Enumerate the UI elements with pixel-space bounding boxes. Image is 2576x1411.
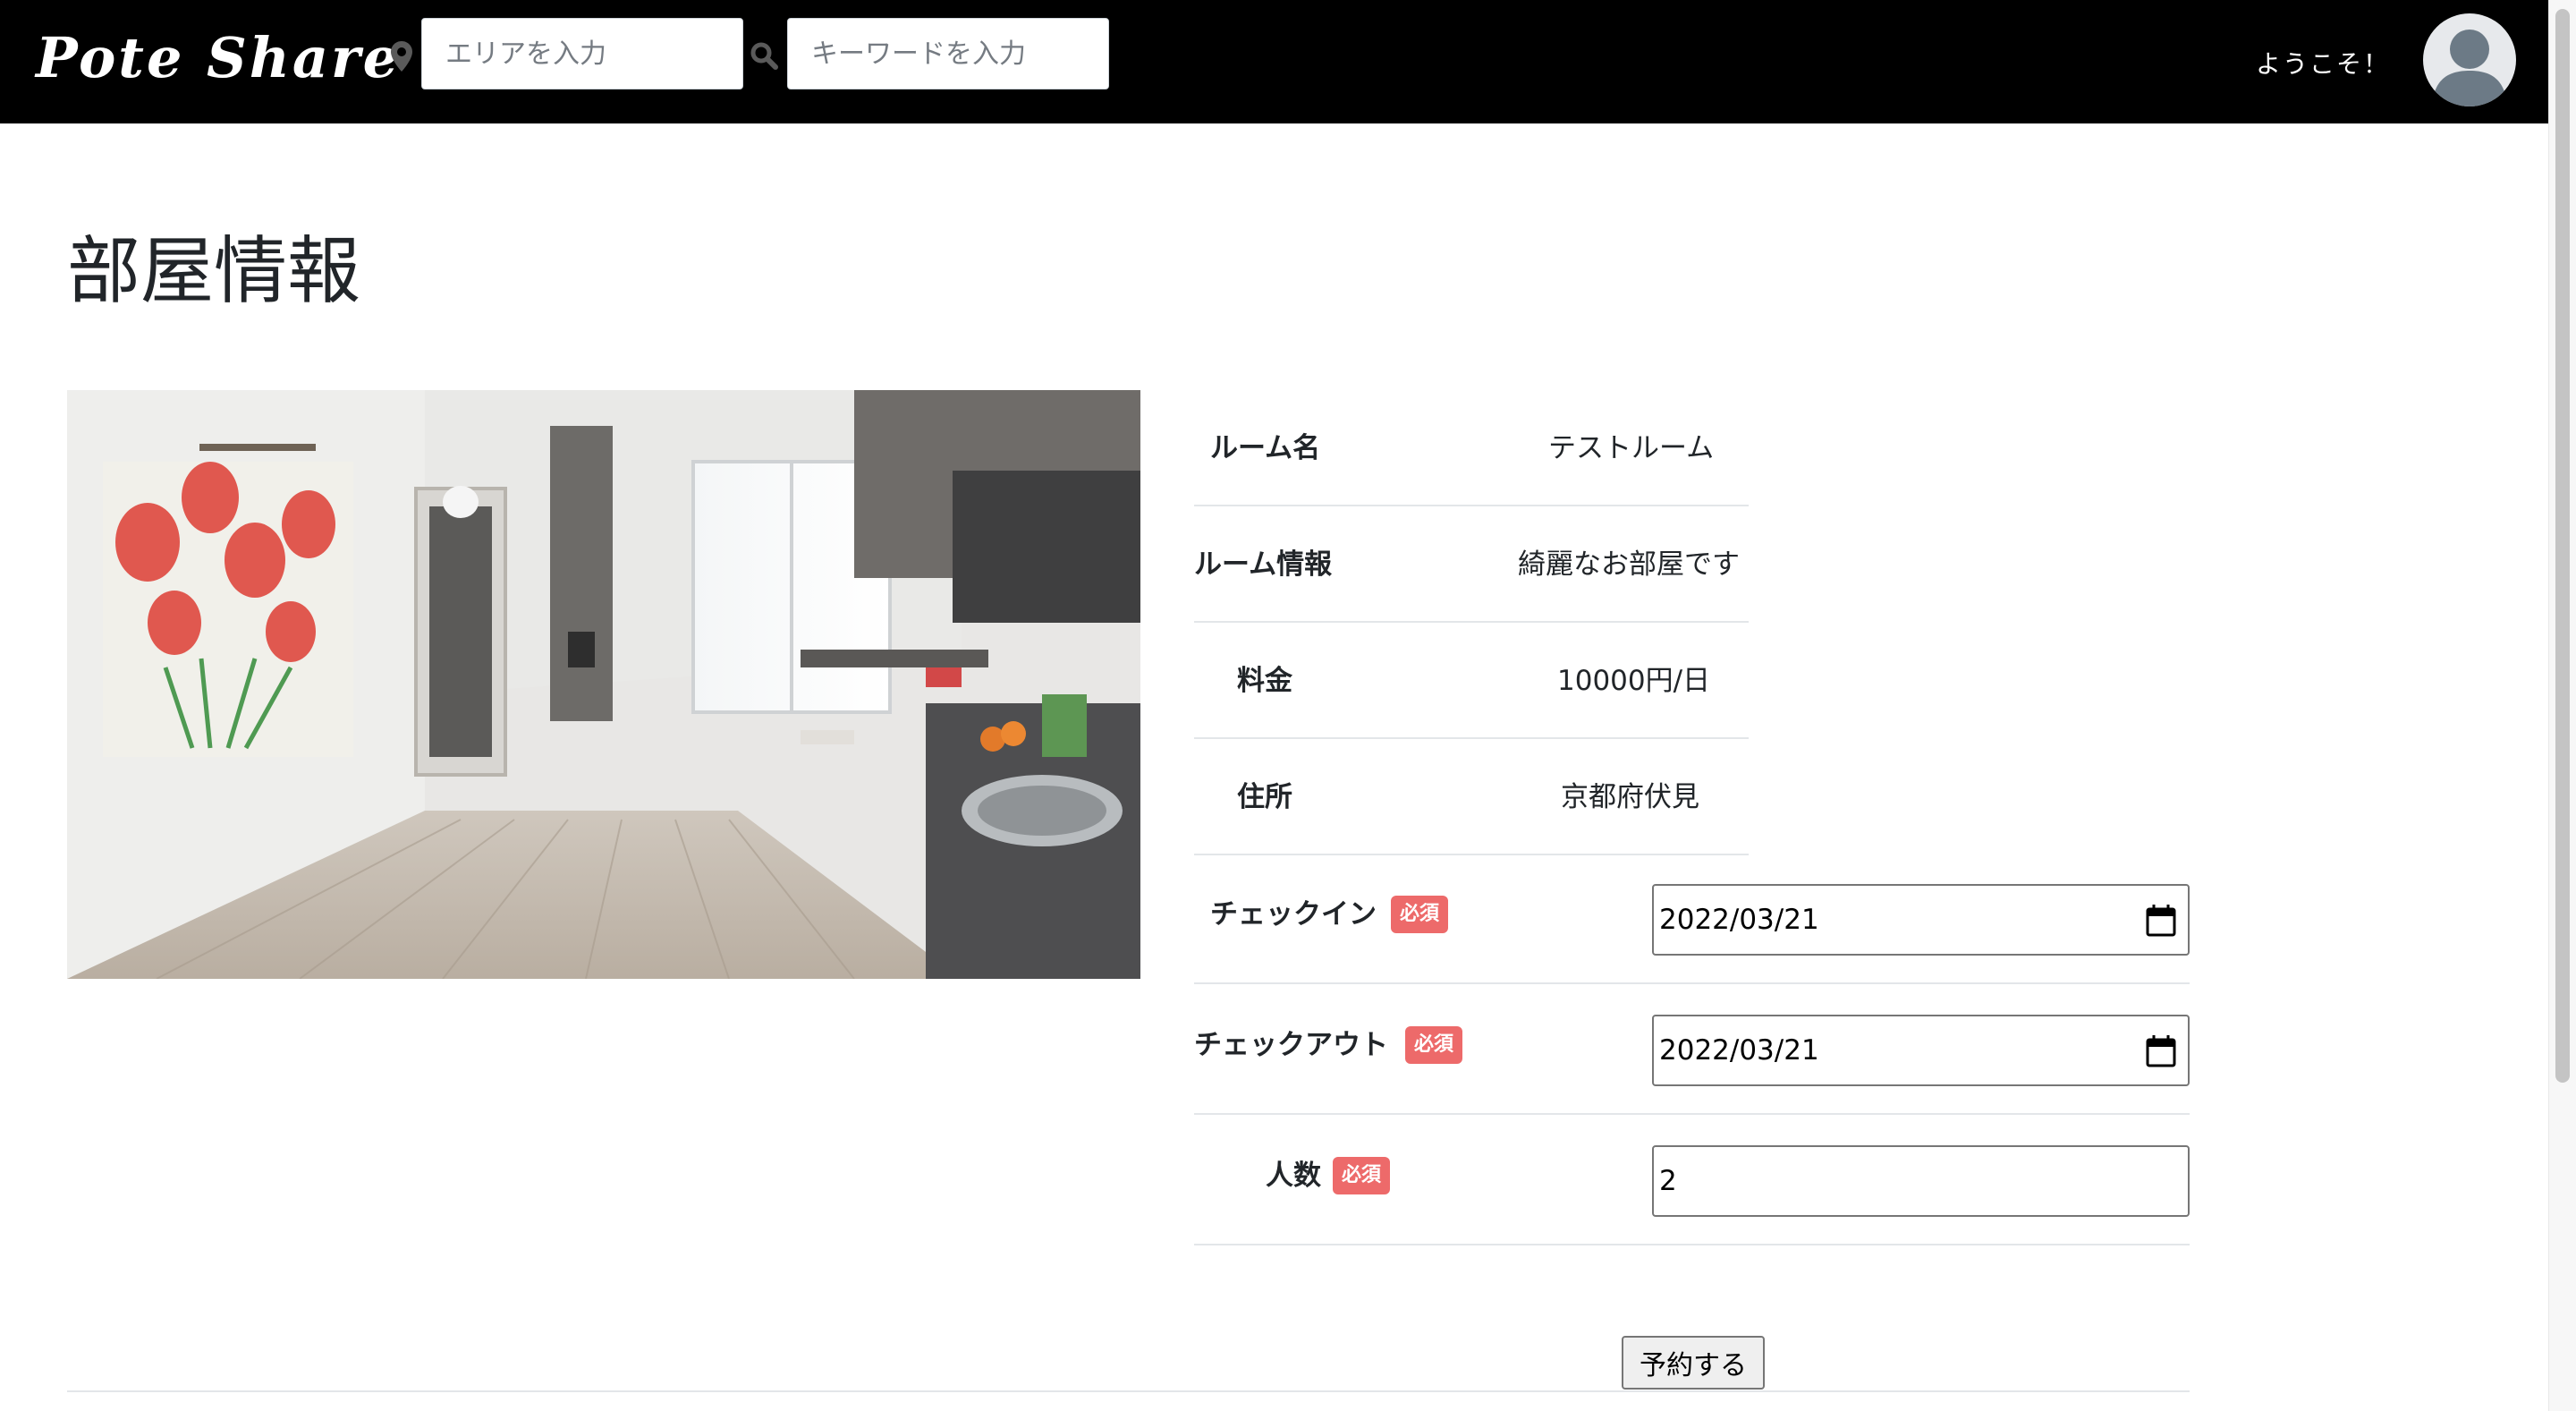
- room-info-row: ルーム情報 綺麗なお部屋です: [1194, 506, 1749, 623]
- checkin-row: チェックイン 必須 2022/03/21: [1194, 854, 2190, 984]
- user-avatar-icon: [2432, 30, 2507, 106]
- room-name-row: ルーム名 テストルーム: [1194, 390, 1749, 506]
- room-name-value: テストルーム: [1548, 432, 1715, 464]
- scrollbar-thumb[interactable]: [2555, 9, 2570, 1083]
- people-count-input[interactable]: 2: [1652, 1145, 2190, 1217]
- map-pin-icon: [391, 41, 412, 72]
- checkin-required-badge: 必須: [1391, 896, 1448, 933]
- address-value: 京都府伏見: [1561, 781, 1699, 813]
- room-info-label: ルーム情報: [1194, 548, 1333, 581]
- people-label: 人数: [1266, 1160, 1321, 1192]
- room-photo: [67, 390, 1140, 979]
- bottom-divider: [67, 1390, 2190, 1392]
- user-avatar[interactable]: [2423, 13, 2516, 106]
- calendar-icon[interactable]: [2145, 1034, 2177, 1068]
- people-count-value: 2: [1659, 1165, 1677, 1197]
- calendar-icon[interactable]: [2145, 904, 2177, 938]
- checkout-date-input[interactable]: 2022/03/21: [1652, 1015, 2190, 1086]
- area-search-input[interactable]: [421, 18, 743, 89]
- search-icon: [750, 42, 778, 70]
- checkin-date-input[interactable]: 2022/03/21: [1652, 884, 2190, 956]
- checkout-label: チェックアウト: [1194, 1029, 1388, 1061]
- checkout-date-value: 2022/03/21: [1659, 1034, 1819, 1067]
- checkin-date-value: 2022/03/21: [1659, 904, 1819, 936]
- room-price-row: 料金 10000円/日: [1194, 623, 1749, 739]
- top-navbar: Pote Share ようこそ！: [0, 0, 2548, 123]
- people-row: 人数 必須 2: [1194, 1115, 2190, 1245]
- vertical-scrollbar[interactable]: [2548, 0, 2576, 1411]
- reserve-button[interactable]: 予約する: [1622, 1336, 1765, 1390]
- room-info-value: 綺麗なお部屋です: [1518, 548, 1740, 581]
- site-logo[interactable]: Pote Share: [36, 25, 401, 90]
- checkin-label: チェックイン: [1210, 898, 1377, 931]
- checkout-row: チェックアウト 必須 2022/03/21: [1194, 984, 2190, 1115]
- room-address-row: 住所 京都府伏見: [1194, 739, 1749, 855]
- room-name-label: ルーム名: [1210, 432, 1321, 464]
- welcome-message: ようこそ！: [2256, 49, 2391, 79]
- people-required-badge: 必須: [1333, 1157, 1390, 1194]
- page-title: 部屋情報: [67, 229, 361, 314]
- price-label: 料金: [1237, 665, 1292, 697]
- keyword-search-input[interactable]: [787, 18, 1109, 89]
- checkout-required-badge: 必須: [1405, 1026, 1462, 1064]
- address-label: 住所: [1237, 781, 1292, 813]
- price-value: 10000円/日: [1557, 665, 1711, 697]
